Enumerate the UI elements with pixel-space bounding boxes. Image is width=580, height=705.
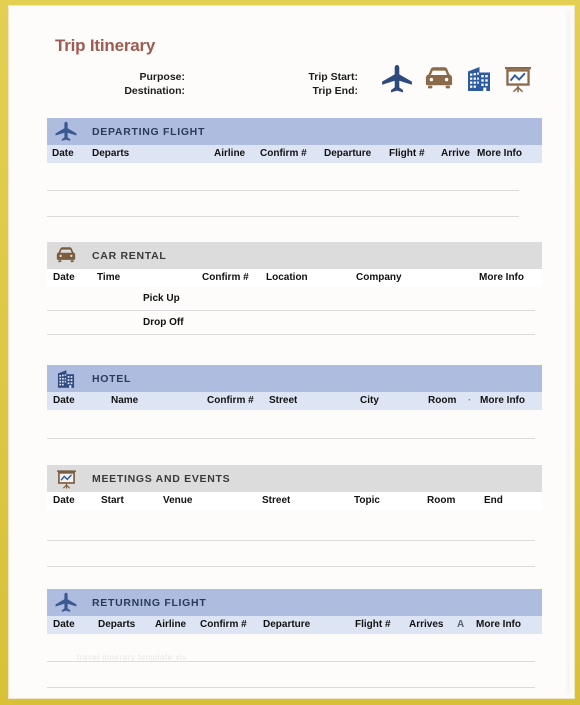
- row-divider: [47, 566, 535, 567]
- section-header-car-rental: CAR RENTAL: [47, 242, 542, 269]
- trip-start-label: Trip Start:: [308, 71, 358, 83]
- purpose-label: Purpose:: [139, 71, 185, 83]
- col-flight: Flight #: [355, 619, 391, 630]
- col-airline: Airline: [155, 619, 187, 630]
- column-headers-meetings-and-events: Date Start Venue Street Topic Room End: [47, 492, 542, 510]
- col-start: Start: [101, 495, 124, 506]
- column-headers-returning-flight: Date Departs Airline Confirm # Departure…: [47, 616, 542, 634]
- section-title: HOTEL: [92, 372, 132, 385]
- col-departure: Departure: [263, 619, 311, 630]
- col-date: Date: [53, 272, 75, 283]
- col-venue: Venue: [163, 495, 193, 506]
- row-label-drop-off: Drop Off: [143, 317, 184, 328]
- airplane-icon: [53, 591, 79, 614]
- section-returning-flight: RETURNING FLIGHT Date Departs Airline Co…: [47, 589, 542, 694]
- airplane-icon: [53, 120, 79, 143]
- paper-edge-shadow: [564, 10, 570, 694]
- row-label-pick-up: Pick Up: [143, 293, 180, 304]
- col-company: Company: [356, 272, 402, 283]
- col-end: End: [484, 495, 503, 506]
- car-icon: [422, 64, 456, 94]
- building-icon: [53, 367, 79, 390]
- col-confirm: Confirm #: [202, 272, 249, 283]
- presentation-chart-icon: [502, 64, 534, 94]
- row-divider: [47, 310, 535, 311]
- row-divider: [47, 334, 535, 335]
- col-arrive: Arrive: [441, 148, 470, 159]
- row-divider: [47, 687, 535, 688]
- trip-meta-left: Purpose: Destination:: [73, 70, 185, 98]
- col-more-info: More Info: [479, 272, 524, 283]
- page-title: Trip Itinerary: [55, 36, 156, 55]
- section-hotel: HOTEL Date Name Confirm # Street City Ro…: [47, 365, 542, 466]
- section-departing-flight: DEPARTING FLIGHT Date Departs Airline Co…: [47, 118, 542, 238]
- section-title: CAR RENTAL: [92, 249, 167, 262]
- col-name: Name: [111, 395, 139, 406]
- row-divider: [47, 661, 535, 662]
- section-header-departing-flight: DEPARTING FLIGHT: [47, 118, 542, 145]
- presentation-chart-icon: [53, 467, 79, 490]
- section-title: DEPARTING FLIGHT: [92, 125, 206, 138]
- col-street: Street: [262, 495, 291, 506]
- section-title: MEETINGS AND EVENTS: [92, 472, 231, 485]
- col-topic: Topic: [354, 495, 380, 506]
- col-more-info: More Info: [477, 148, 522, 159]
- column-headers-hotel: Date Name Confirm # Street City Room · M…: [47, 392, 542, 410]
- col-date: Date: [52, 148, 74, 159]
- row-divider: [47, 540, 535, 541]
- col-truncated: ·: [468, 395, 472, 406]
- document-frame-inner: Trip Itinerary Purpose: Destination: Tri…: [9, 6, 574, 698]
- column-headers-departing-flight: Date Departs Airline Confirm # Departure…: [47, 145, 542, 163]
- trip-end-label: Trip End:: [312, 85, 359, 97]
- col-truncated: A: [457, 619, 465, 630]
- col-flight: Flight #: [389, 148, 425, 159]
- column-headers-car-rental: Date Time Confirm # Location Company Mor…: [47, 269, 542, 287]
- row-divider: [47, 216, 519, 217]
- trip-meta-right: Trip Start: Trip End:: [238, 70, 358, 98]
- col-departs: Departs: [92, 148, 130, 159]
- destination-label: Destination:: [124, 85, 185, 97]
- airplane-icon: [380, 64, 414, 94]
- col-departure: Departure: [324, 148, 372, 159]
- section-body-returning-flight[interactable]: travel itinerary template xls: [47, 634, 542, 694]
- building-icon: [464, 64, 494, 94]
- col-more-info: More Info: [476, 619, 521, 630]
- section-header-returning-flight: RETURNING FLIGHT: [47, 589, 542, 616]
- col-arrives: Arrives: [409, 619, 444, 630]
- col-time: Time: [97, 272, 121, 283]
- col-airline: Airline: [214, 148, 246, 159]
- col-date: Date: [53, 395, 75, 406]
- col-confirm: Confirm #: [200, 619, 247, 630]
- col-confirm: Confirm #: [260, 148, 307, 159]
- col-location: Location: [266, 272, 308, 283]
- row-divider: [47, 438, 535, 439]
- section-body-car-rental[interactable]: Pick Up Drop Off: [47, 287, 542, 345]
- section-header-meetings-and-events: MEETINGS AND EVENTS: [47, 465, 542, 492]
- col-room: Room: [427, 495, 456, 506]
- section-car-rental: CAR RENTAL Date Time Confirm # Location …: [47, 242, 542, 345]
- section-body-departing-flight[interactable]: [47, 163, 542, 238]
- document-frame: Trip Itinerary Purpose: Destination: Tri…: [0, 0, 580, 705]
- section-meetings-and-events: MEETINGS AND EVENTS Date Start Venue Str…: [47, 465, 542, 584]
- row-divider: [47, 190, 519, 191]
- car-icon: [53, 244, 79, 267]
- col-room: Room: [428, 395, 457, 406]
- section-title: RETURNING FLIGHT: [92, 596, 207, 609]
- section-body-hotel[interactable]: [47, 410, 542, 466]
- header-icon-strip: [380, 60, 531, 98]
- col-more-info: More Info: [480, 395, 525, 406]
- col-city: City: [360, 395, 379, 406]
- col-date: Date: [53, 495, 75, 506]
- col-departs: Departs: [98, 619, 136, 630]
- col-street: Street: [269, 395, 298, 406]
- col-date: Date: [53, 619, 75, 630]
- col-confirm: Confirm #: [207, 395, 254, 406]
- section-header-hotel: HOTEL: [47, 365, 542, 392]
- itinerary-page: Trip Itinerary Purpose: Destination: Tri…: [13, 10, 570, 694]
- section-body-meetings-and-events[interactable]: [47, 510, 542, 584]
